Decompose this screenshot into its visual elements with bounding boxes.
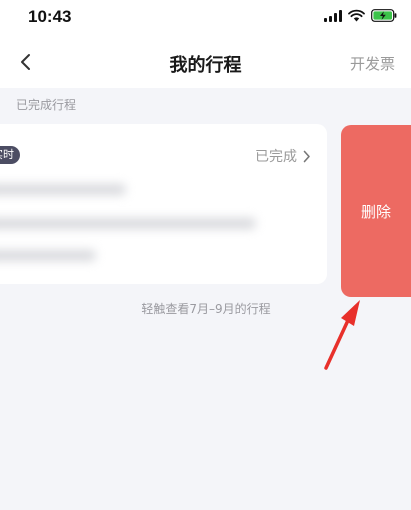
red-arrow-icon [324,300,360,370]
navigation-bar: 我的行程 开发票 [0,36,411,88]
delete-button[interactable]: 删除 [341,125,411,297]
view-older-trips-hint[interactable]: 轻触查看7月–9月的行程 [100,300,312,317]
status-icons [324,9,397,22]
battery-charging-icon [371,9,397,22]
trip-status-label: 已完成 [255,149,297,165]
trip-status[interactable]: 已完成 [255,146,311,166]
my-trips-screen: 10:43 我的行程 开发票 已完成行程 实时 已完成 [0,0,411,510]
trip-card[interactable]: 实时 已完成 [0,124,327,284]
cellular-signal-icon [324,9,342,22]
status-bar: 10:43 [0,0,411,36]
invoice-button[interactable]: 开发票 [350,53,395,74]
status-time: 10:43 [28,7,72,26]
blurred-trip-details [0,178,286,268]
section-label: 已完成行程 [16,98,77,112]
trip-type-tag: 实时 [0,146,20,164]
wifi-icon [348,9,365,22]
chevron-right-icon [303,150,310,162]
